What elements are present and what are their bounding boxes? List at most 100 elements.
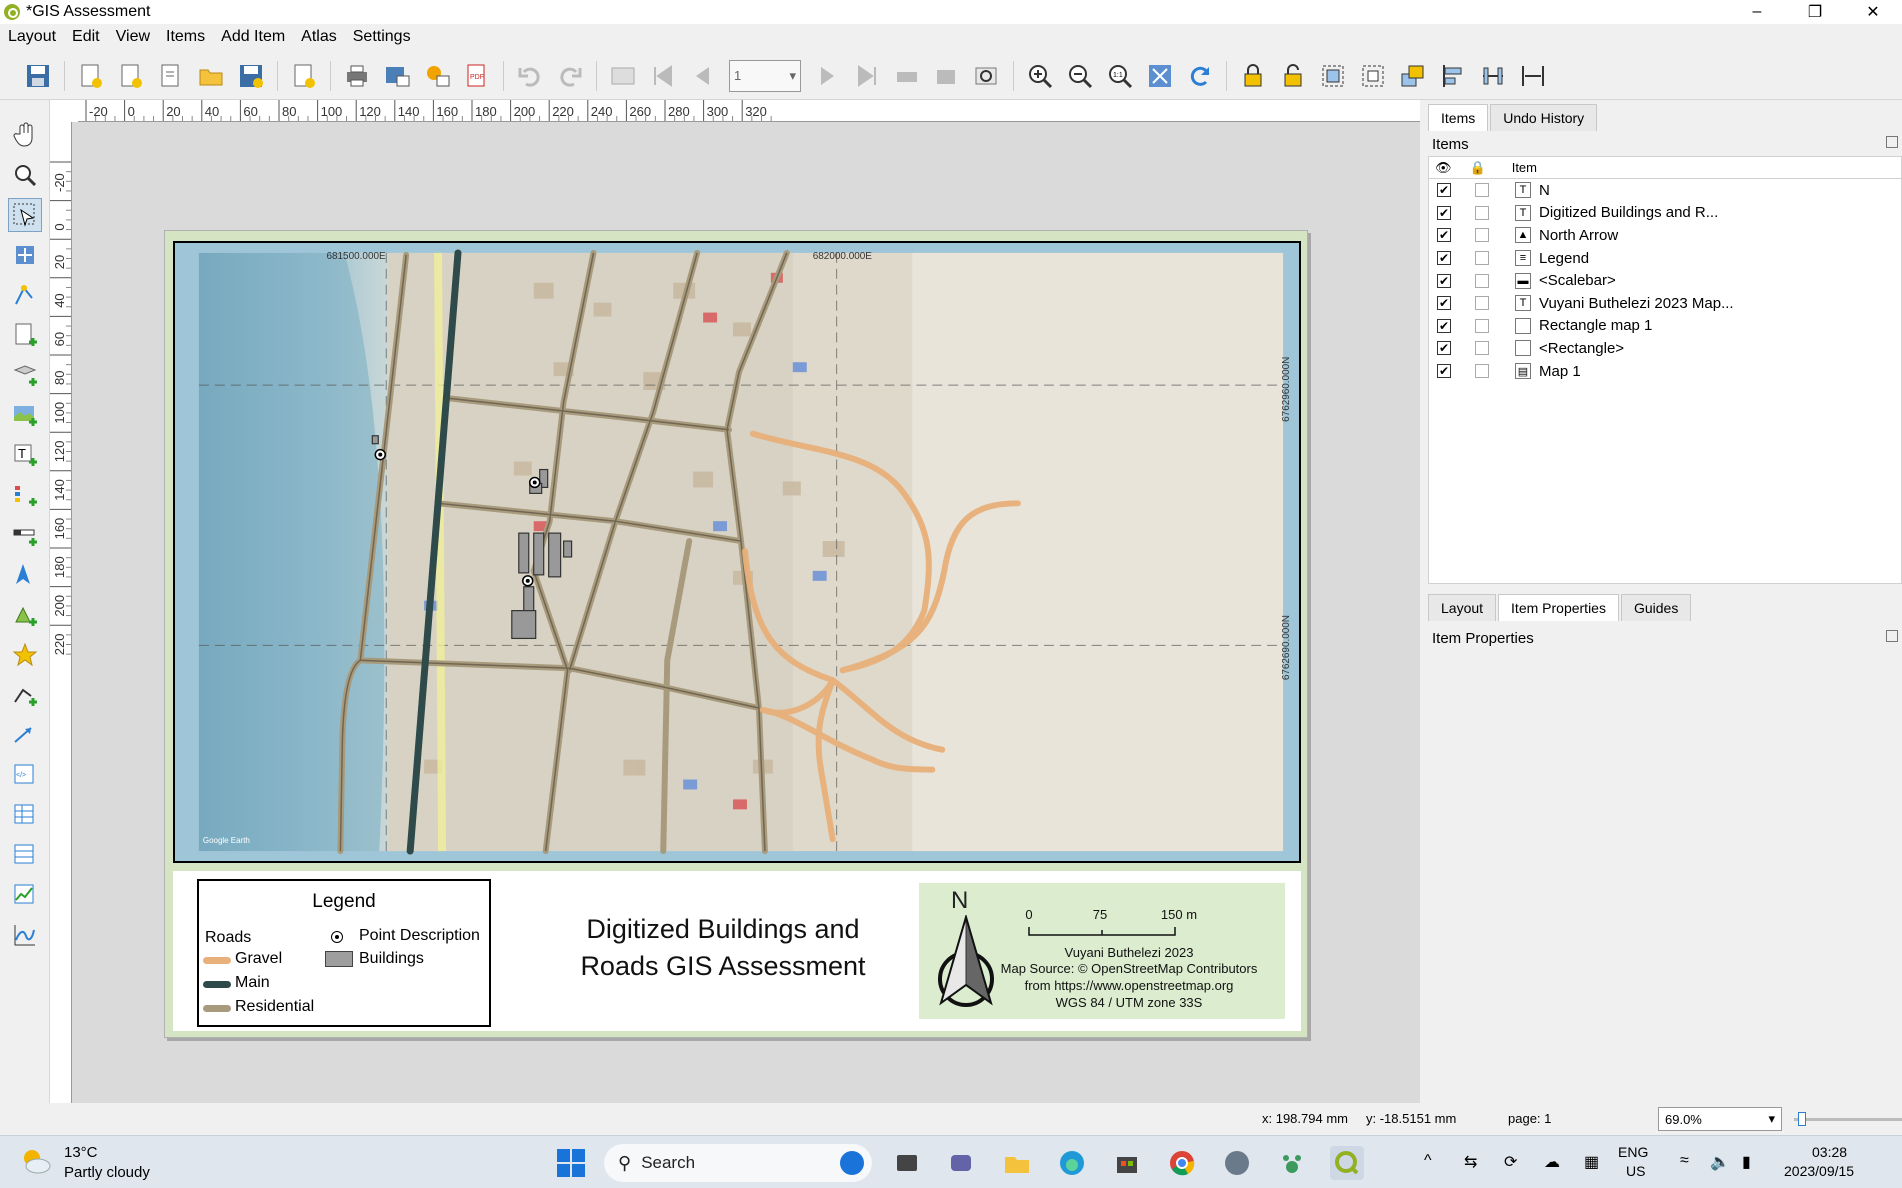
new-layout-button[interactable] xyxy=(73,58,109,94)
item-row-n[interactable]: ✔ T N xyxy=(1429,179,1901,202)
layout-canvas[interactable]: 681500.000E 682000.000E 6762960.000N 676… xyxy=(72,122,1420,1103)
previous-feature-button[interactable] xyxy=(685,58,721,94)
network-tool-icon[interactable] xyxy=(1220,1146,1254,1180)
edge-icon[interactable] xyxy=(1055,1146,1089,1180)
teams-icon[interactable] xyxy=(944,1146,978,1180)
undo-button[interactable] xyxy=(512,58,548,94)
zoom-in-button[interactable] xyxy=(1022,58,1058,94)
lock-checkbox[interactable] xyxy=(1475,296,1489,311)
visibility-checkbox[interactable]: ✔ xyxy=(1437,251,1451,266)
tray-sync-icon[interactable]: ⟳ xyxy=(1504,1152,1517,1172)
lock-items-button[interactable] xyxy=(1235,58,1271,94)
menu-settings[interactable]: Settings xyxy=(345,28,419,46)
refresh-button[interactable] xyxy=(1182,58,1218,94)
visibility-checkbox[interactable]: ✔ xyxy=(1437,183,1451,198)
visibility-checkbox[interactable]: ✔ xyxy=(1437,318,1451,333)
print-button[interactable] xyxy=(339,58,375,94)
atlas-settings-button[interactable] xyxy=(969,58,1005,94)
ungroup-items-button[interactable] xyxy=(1355,58,1391,94)
lock-checkbox[interactable] xyxy=(1475,228,1489,243)
file-explorer-icon[interactable] xyxy=(1000,1146,1034,1180)
zoom-actual-button[interactable]: 1:1 xyxy=(1102,58,1138,94)
tab-items[interactable]: Items xyxy=(1428,104,1489,131)
atlas-print-button[interactable] xyxy=(889,58,925,94)
float-panel-icon[interactable] xyxy=(1886,136,1898,148)
save-as-template-button[interactable] xyxy=(233,58,269,94)
add-chart-tool-icon[interactable] xyxy=(8,918,42,952)
lock-checkbox[interactable] xyxy=(1475,273,1489,288)
align-items-button[interactable] xyxy=(1435,58,1471,94)
redo-button[interactable] xyxy=(552,58,588,94)
tab-undo-history[interactable]: Undo History xyxy=(1490,104,1598,131)
layout-manager-button[interactable] xyxy=(153,58,189,94)
map-item[interactable]: 681500.000E 682000.000E 6762960.000N 676… xyxy=(173,241,1301,863)
tab-guides[interactable]: Guides xyxy=(1620,594,1692,621)
distribute-items-button[interactable] xyxy=(1475,58,1511,94)
zoom-slider[interactable] xyxy=(1794,1118,1902,1121)
visibility-checkbox[interactable]: ✔ xyxy=(1437,273,1451,288)
visibility-checkbox[interactable]: ✔ xyxy=(1437,296,1451,311)
north-arrow-panel[interactable]: N 0 75 150 m Vuyani Buthelezi 2023 Map S… xyxy=(919,883,1285,1019)
unlock-items-button[interactable] xyxy=(1275,58,1311,94)
restore-button[interactable]: ❐ xyxy=(1786,0,1844,24)
lock-checkbox[interactable] xyxy=(1475,205,1489,220)
zoom-tool-icon[interactable] xyxy=(8,158,42,192)
minimize-button[interactable]: – xyxy=(1728,0,1786,24)
add-marker-tool-icon[interactable] xyxy=(8,638,42,672)
visibility-checkbox[interactable]: ✔ xyxy=(1437,228,1451,243)
add-3d-map-tool-icon[interactable] xyxy=(8,358,42,392)
layout-title[interactable]: Digitized Buildings and Roads GIS Assess… xyxy=(553,911,893,985)
open-folder-button[interactable] xyxy=(193,58,229,94)
weather-icon[interactable] xyxy=(18,1144,54,1180)
store-icon[interactable] xyxy=(1110,1146,1144,1180)
tray-language[interactable]: ENG xyxy=(1618,1144,1648,1160)
first-feature-button[interactable] xyxy=(645,58,681,94)
tab-layout[interactable]: Layout xyxy=(1428,594,1497,621)
lock-checkbox[interactable] xyxy=(1475,364,1489,379)
add-arrow-tool-icon[interactable] xyxy=(8,718,42,752)
export-image-button[interactable] xyxy=(379,58,415,94)
tab-item-properties[interactable]: Item Properties xyxy=(1498,594,1619,621)
atlas-page-field[interactable]: 1 ▾ xyxy=(729,59,801,92)
item-row-title[interactable]: ✔ T Digitized Buildings and R... xyxy=(1429,202,1901,225)
add-label-tool-icon[interactable]: T xyxy=(8,438,42,472)
add-map-tool-icon[interactable] xyxy=(8,398,42,432)
add-polyline-tool-icon[interactable] xyxy=(8,678,42,712)
atlas-preview-button[interactable] xyxy=(605,58,641,94)
add-html-tool-icon[interactable]: </> xyxy=(8,758,42,792)
tray-gpu-icon[interactable]: ▦ xyxy=(1584,1152,1599,1172)
menu-layout[interactable]: Layout xyxy=(0,28,64,46)
item-row-legend[interactable]: ✔ ≡ Legend xyxy=(1429,247,1901,270)
item-row-rectangle[interactable]: ✔ <Rectangle> xyxy=(1429,337,1901,360)
menu-view[interactable]: View xyxy=(108,28,158,46)
zoom-out-button[interactable] xyxy=(1062,58,1098,94)
export-svg-button[interactable] xyxy=(419,58,455,94)
new-page-button[interactable] xyxy=(286,58,322,94)
visibility-checkbox[interactable]: ✔ xyxy=(1437,205,1451,220)
clock-time[interactable]: 03:28 xyxy=(1812,1144,1847,1160)
edit-nodes-tool-icon[interactable] xyxy=(8,278,42,312)
lock-checkbox[interactable] xyxy=(1475,341,1489,356)
move-content-tool-icon[interactable] xyxy=(8,238,42,272)
add-shape-tool-icon[interactable] xyxy=(8,598,42,632)
battery-icon[interactable]: ▮ xyxy=(1742,1152,1751,1172)
duplicate-layout-button[interactable] xyxy=(113,58,149,94)
select-move-tool-icon[interactable] xyxy=(8,198,42,232)
paw-app-icon[interactable] xyxy=(1275,1146,1309,1180)
lock-checkbox[interactable] xyxy=(1475,183,1489,198)
task-view-icon[interactable] xyxy=(890,1146,924,1180)
tray-arrows-icon[interactable]: ⇆ xyxy=(1464,1152,1477,1172)
item-row-map[interactable]: ✔ ▤ Map 1 xyxy=(1429,360,1901,383)
zoom-combo[interactable]: 69.0% ▾ xyxy=(1658,1107,1782,1131)
qgis-taskbar-icon[interactable] xyxy=(1330,1146,1364,1180)
chrome-icon[interactable] xyxy=(1165,1146,1199,1180)
add-attribute-table-tool-icon[interactable] xyxy=(8,798,42,832)
export-pdf-button[interactable]: PDF xyxy=(459,58,495,94)
zoom-full-button[interactable] xyxy=(1142,58,1178,94)
group-items-button[interactable] xyxy=(1315,58,1351,94)
zoom-slider-handle[interactable] xyxy=(1798,1112,1806,1126)
raise-items-button[interactable] xyxy=(1395,58,1431,94)
add-page-tool-icon[interactable] xyxy=(8,318,42,352)
item-row-rectangle-map[interactable]: ✔ Rectangle map 1 xyxy=(1429,315,1901,338)
add-north-arrow-tool-icon[interactable] xyxy=(8,558,42,592)
